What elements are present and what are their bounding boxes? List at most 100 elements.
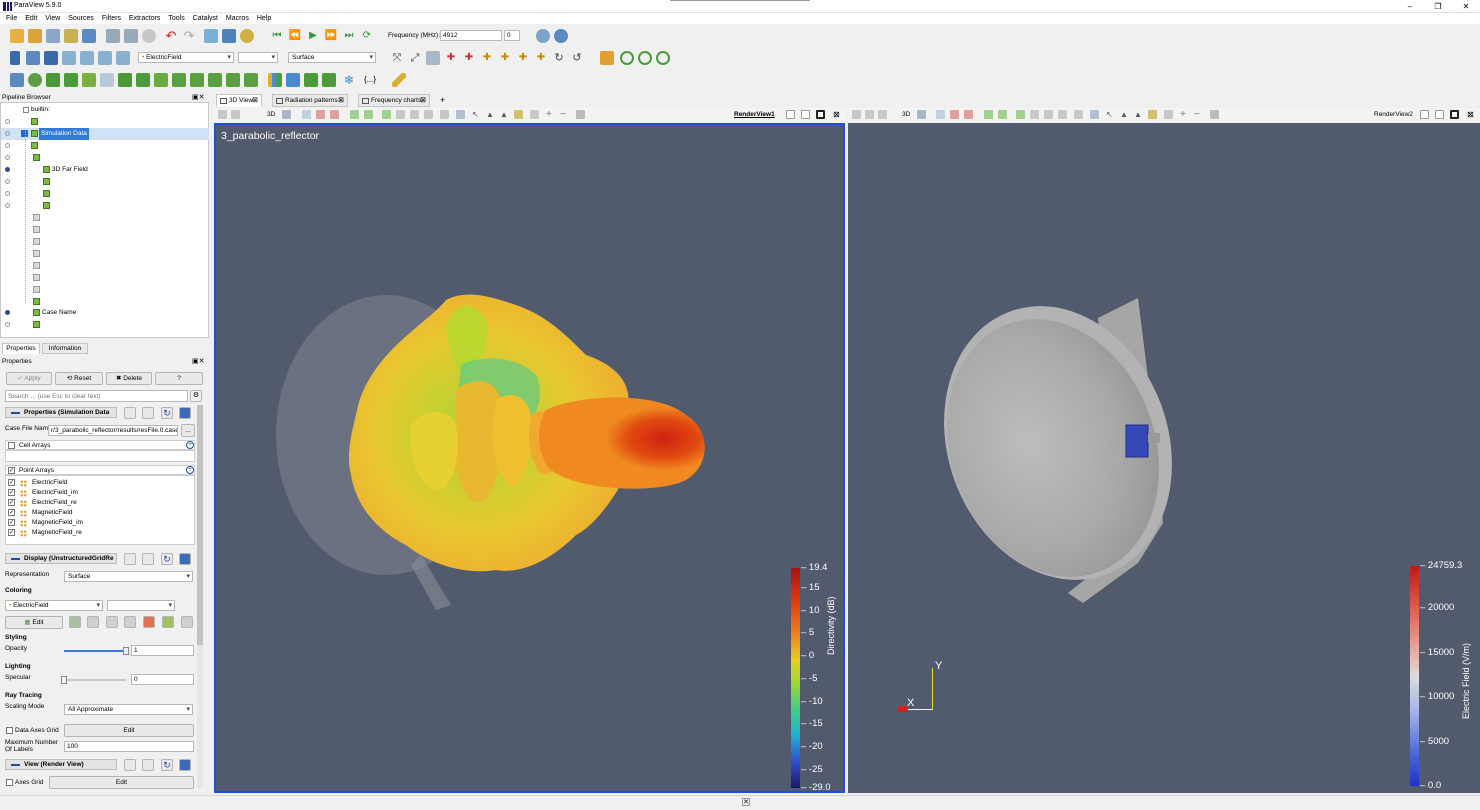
paste-icon[interactable] [142, 553, 154, 565]
group-datasets-icon[interactable] [172, 73, 186, 87]
show-color-legend-icon[interactable] [26, 51, 40, 65]
remove-icon[interactable]: − [1194, 110, 1203, 120]
tree-item[interactable] [1, 224, 209, 236]
stream-tracer-icon[interactable] [136, 73, 150, 87]
section-view[interactable]: View (Render View) [5, 759, 117, 770]
rotate-cw-icon[interactable]: ↻ [552, 51, 566, 65]
3d-toggle-button[interactable]: 3D [267, 111, 275, 118]
tree-item[interactable] [1, 319, 209, 331]
copy-icon[interactable] [124, 553, 136, 565]
tree-item[interactable] [1, 188, 209, 200]
select-block-icon[interactable] [350, 110, 359, 119]
rotate-ccw-icon[interactable]: ↺ [570, 51, 584, 65]
color-palette-icon[interactable] [240, 29, 254, 43]
add-icon[interactable]: + [1180, 110, 1189, 120]
interactive-select-icon[interactable] [364, 110, 373, 119]
tree-item[interactable] [1, 272, 209, 284]
rescale-temporal-icon[interactable] [116, 51, 130, 65]
opacity-slider[interactable] [64, 647, 129, 655]
time-index-spinbox[interactable]: 0 [504, 30, 520, 41]
polygon-select-icon[interactable] [1044, 110, 1053, 119]
set-view-minus-x-icon[interactable]: ✚ [462, 51, 476, 65]
capture-icon[interactable] [852, 110, 861, 119]
maximize-view-icon[interactable] [1450, 110, 1459, 119]
tree-item[interactable] [1, 260, 209, 272]
max-labels-input[interactable]: 100 [64, 741, 194, 752]
visibility-eye-icon[interactable] [5, 179, 10, 184]
frequency-input[interactable]: 4912 [440, 30, 502, 41]
tree-item[interactable] [1, 152, 209, 164]
save-settings-icon[interactable] [179, 553, 191, 565]
hover-points-icon[interactable] [1016, 110, 1025, 119]
camera-undo-icon[interactable] [865, 110, 874, 119]
expand-arrays-icon[interactable]: + [186, 441, 194, 449]
menu-sources[interactable]: Sources [68, 13, 94, 24]
tree-item[interactable] [1, 116, 209, 128]
connect-icon[interactable] [106, 29, 120, 43]
zoom-plus-icon[interactable] [554, 29, 568, 43]
refresh-icon[interactable]: ↻ [161, 759, 173, 771]
copy-icon[interactable] [124, 407, 136, 419]
load-state-icon[interactable] [64, 29, 78, 43]
pick-center-icon[interactable]: ↖ [472, 110, 481, 119]
auto-apply-icon[interactable] [142, 29, 156, 43]
array-checkbox[interactable]: ✓ [8, 509, 15, 516]
maximize-icon[interactable]: ❐ [1428, 1, 1448, 12]
rescale-custom-icon[interactable] [80, 51, 94, 65]
find-data-icon[interactable] [600, 51, 614, 65]
tree-item[interactable] [1, 140, 209, 152]
annotation-icon[interactable] [1148, 110, 1157, 119]
plot-over-line-icon[interactable] [226, 73, 240, 87]
opacity-input[interactable]: 1 [131, 645, 194, 656]
python-calculator-icon[interactable]: {...} [360, 73, 380, 87]
shrink-selection-icon[interactable] [1074, 110, 1083, 119]
grow-selection-icon[interactable] [424, 110, 433, 119]
threshold-icon[interactable] [82, 73, 96, 87]
open-recent-icon[interactable] [28, 29, 42, 43]
split-vertical-icon[interactable] [1435, 110, 1444, 119]
rescale-data-icon[interactable] [87, 616, 99, 628]
representation-dropdown[interactable]: Surface [64, 571, 193, 582]
menu-edit[interactable]: Edit [25, 13, 37, 24]
clear-selection-icon[interactable] [456, 110, 465, 119]
tree-item[interactable] [1, 212, 209, 224]
paste-icon[interactable] [142, 759, 154, 771]
menu-view[interactable]: View [45, 13, 60, 24]
data-axes-edit-button[interactable]: Edit [64, 724, 194, 737]
menu-tools[interactable]: Tools [168, 13, 184, 24]
menu-catalyst[interactable]: Catalyst [193, 13, 218, 24]
rotate-icon[interactable]: ▲ [1120, 110, 1129, 119]
visibility-eye-icon[interactable] [5, 203, 10, 208]
tab-information[interactable]: Information [42, 343, 88, 354]
copy-icon[interactable] [124, 759, 136, 771]
select-cells-icon[interactable] [936, 110, 945, 119]
play-icon[interactable]: ▶ [306, 29, 320, 43]
settings-c-icon[interactable] [656, 51, 670, 65]
snowflake-icon[interactable]: ❄ [342, 73, 356, 87]
paste-icon[interactable] [142, 407, 154, 419]
visibility-eye-icon[interactable] [5, 131, 10, 136]
tab-radiation-patterns[interactable]: Radiation patterns ⊠ [272, 94, 348, 107]
hover-cells-icon[interactable] [1030, 110, 1039, 119]
select-cells-icon[interactable] [302, 110, 311, 119]
component-select[interactable] [238, 52, 278, 63]
rescale-custom-icon[interactable] [106, 616, 118, 628]
visibility-eye-icon[interactable] [5, 155, 10, 160]
contour-icon[interactable] [28, 73, 42, 87]
close-window-icon[interactable]: ✕ [1456, 1, 1476, 12]
save-settings-icon[interactable] [179, 407, 191, 419]
array-checkbox[interactable]: ✓ [8, 529, 15, 536]
glyph-icon[interactable] [118, 73, 132, 87]
rescale-visible-icon[interactable] [143, 616, 155, 628]
array-checkbox[interactable]: ✓ [8, 489, 15, 496]
zoom-box-icon[interactable] [282, 110, 291, 119]
specular-slider[interactable] [61, 676, 126, 684]
dock-float-icon[interactable]: ▣✕ [192, 93, 204, 101]
menu-filters[interactable]: Filters [102, 13, 121, 24]
specular-input[interactable]: 0 [131, 674, 194, 685]
expand-arrays-icon[interactable]: + [186, 466, 194, 474]
capture-icon[interactable] [218, 110, 227, 119]
refresh-icon[interactable]: ↻ [161, 553, 173, 565]
tree-item[interactable] [1, 200, 209, 212]
close-tab-icon[interactable]: ⊠ [338, 95, 344, 107]
